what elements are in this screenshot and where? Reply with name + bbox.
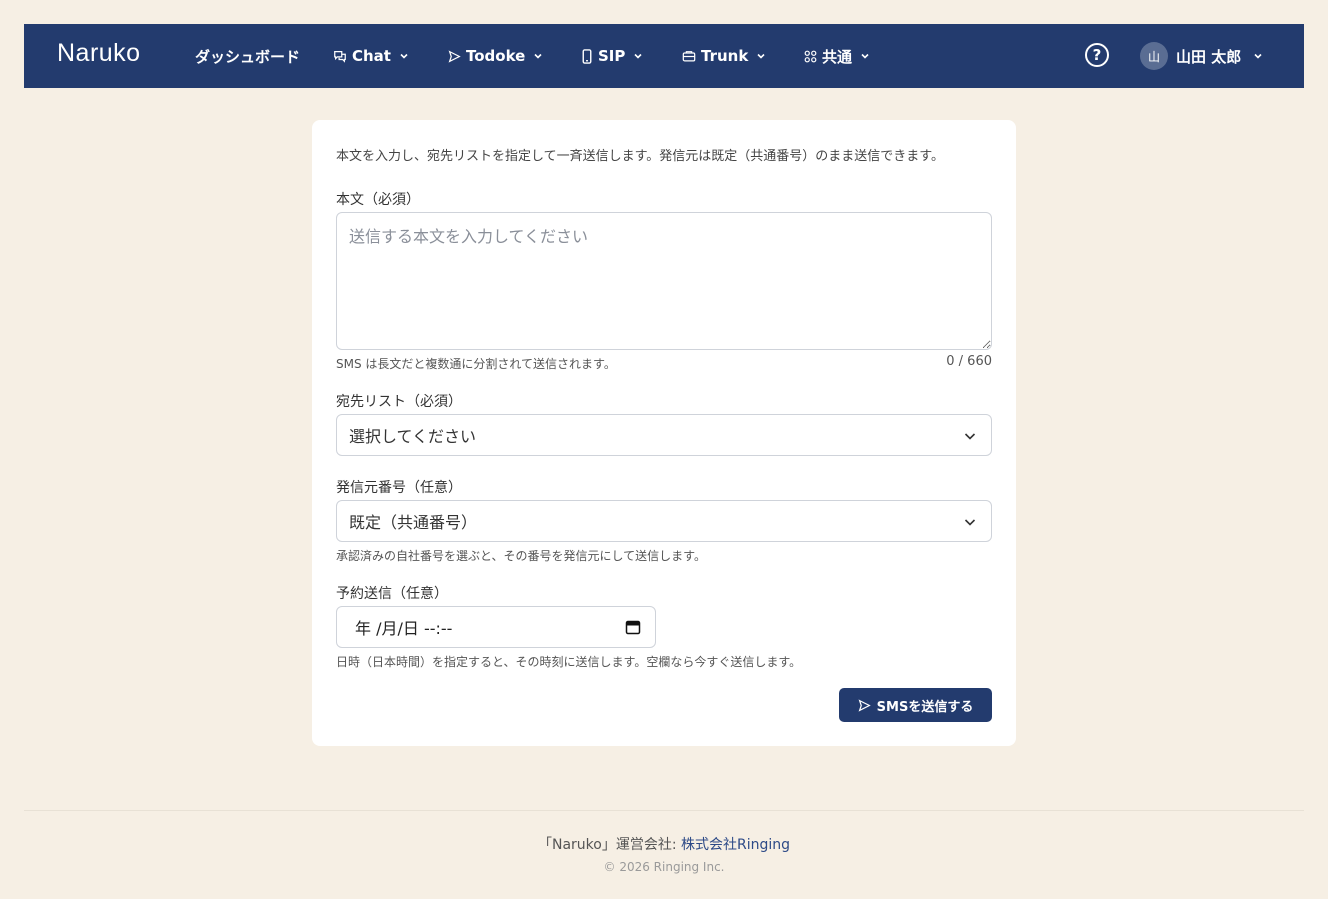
chevron-down-icon bbox=[861, 53, 869, 59]
chevron-down-icon bbox=[634, 53, 642, 59]
schedule-hint: 日時（日本時間）を指定すると、その時刻に送信します。空欄なら今すぐ送信します。 bbox=[336, 655, 802, 669]
brand-logo[interactable]: Naruko bbox=[57, 39, 141, 68]
company-link[interactable]: 株式会社Ringing bbox=[681, 837, 790, 853]
nav-todoke-menu[interactable]: Todoke bbox=[448, 24, 543, 88]
form-description: 本文を入力し、宛先リストを指定して一斉送信します。発信元は既定（共通番号）のまま… bbox=[336, 149, 945, 164]
user-name: 山田 太郎 bbox=[1176, 47, 1242, 66]
sender-hint: 承認済みの自社番号を選ぶと、その番号を発信元にして送信します。 bbox=[336, 549, 706, 563]
sender-label: 発信元番号（任意） bbox=[336, 480, 462, 496]
nav-trunk-label: Trunk bbox=[701, 47, 749, 65]
sms-send-form-card: 本文を入力し、宛先リストを指定して一斉送信します。発信元は既定（共通番号）のまま… bbox=[312, 120, 1016, 746]
chevron-down-icon bbox=[534, 53, 542, 59]
user-menu[interactable]: 山 山田 太郎 bbox=[1140, 24, 1263, 88]
nav-chat-label: Chat bbox=[352, 47, 391, 65]
nav-dashboard-label: ダッシュボード bbox=[195, 47, 301, 66]
footer-operator: 「Naruko」運営会社: 株式会社Ringing bbox=[0, 834, 1328, 854]
send-icon bbox=[858, 698, 871, 712]
sender-select-value: 既定（共通番号） bbox=[349, 513, 478, 532]
chevron-down-icon bbox=[400, 53, 408, 59]
nav-dashboard[interactable]: ダッシュボード bbox=[195, 24, 300, 88]
nav-sip-menu[interactable]: SIP bbox=[581, 24, 643, 88]
avatar: 山 bbox=[1140, 42, 1168, 70]
footer-divider bbox=[24, 810, 1304, 811]
body-textarea[interactable] bbox=[336, 212, 992, 350]
schedule-datetime-input[interactable]: 年 /月/日 --:-- bbox=[336, 606, 656, 648]
nav-chat-menu[interactable]: Chat bbox=[333, 24, 409, 88]
nav-common-menu[interactable]: 共通 bbox=[804, 24, 870, 88]
chevron-down-icon bbox=[1254, 53, 1262, 59]
top-navbar: Naruko ダッシュボード Chat Todoke SIP Trunk 共通 … bbox=[24, 24, 1304, 88]
send-sms-button[interactable]: SMSを送信する bbox=[839, 688, 992, 722]
chat-icon bbox=[334, 51, 346, 63]
body-label: 本文（必須） bbox=[336, 192, 420, 208]
schedule-datetime-value: 年 /月/日 --:-- bbox=[355, 619, 453, 638]
nav-trunk-menu[interactable]: Trunk bbox=[682, 24, 766, 88]
footer-copyright: © 2026 Ringing Inc. bbox=[603, 860, 725, 874]
send-icon bbox=[448, 49, 461, 63]
grid-icon bbox=[804, 50, 817, 62]
nav-common-label: 共通 bbox=[822, 47, 853, 66]
sender-number-select[interactable]: 既定（共通番号） bbox=[336, 500, 992, 542]
send-sms-button-label: SMSを送信する bbox=[876, 699, 974, 715]
schedule-label: 予約送信（任意） bbox=[336, 586, 448, 602]
footer-prefix: 「Naruko」運営会社: bbox=[537, 837, 681, 853]
recipients-label: 宛先リスト（必須） bbox=[336, 394, 462, 410]
recipients-select-value: 選択してください bbox=[349, 427, 477, 446]
chevron-down-icon bbox=[964, 519, 976, 526]
calendar-icon[interactable] bbox=[625, 619, 641, 635]
nav-sip-label: SIP bbox=[598, 47, 626, 65]
phone-icon bbox=[582, 48, 592, 64]
trunk-icon bbox=[682, 50, 696, 61]
body-hint: SMS は長文だと複数通に分割されて送信されます。 bbox=[336, 357, 616, 371]
chevron-down-icon bbox=[964, 433, 976, 440]
chevron-down-icon bbox=[757, 53, 765, 59]
nav-todoke-label: Todoke bbox=[466, 47, 526, 65]
recipients-select[interactable]: 選択してください bbox=[336, 414, 992, 456]
help-icon[interactable]: ? bbox=[1085, 43, 1109, 67]
character-counter: 0 / 660 bbox=[946, 354, 992, 369]
